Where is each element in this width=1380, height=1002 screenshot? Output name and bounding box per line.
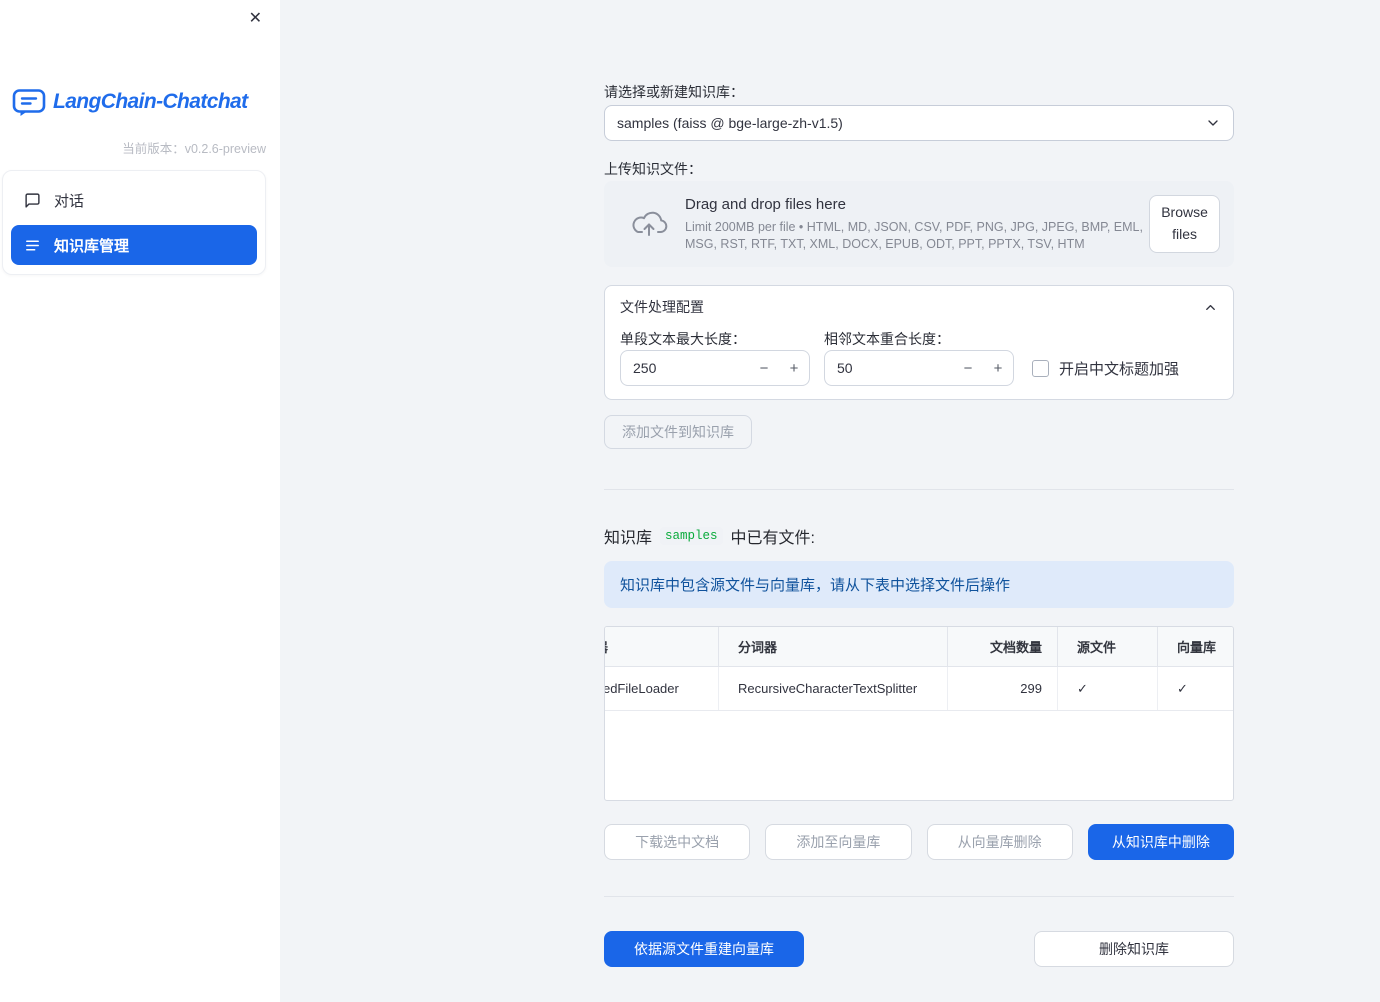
table-header-row: 文档加载器 分词器 文档数量 源文件 向量库 (605, 627, 1233, 667)
cell-doc-count: 299 (948, 667, 1058, 710)
col-header-loader: 文档加载器 (605, 627, 719, 666)
sidebar: ✕ LangChain-Chatchat 当前版本：v0.2.6-preview… (0, 0, 280, 1002)
overlap-size-stepper: − + (824, 350, 1014, 386)
download-selected-button[interactable]: 下载选中文档 (604, 824, 751, 860)
uploader-title: Drag and drop files here (685, 196, 846, 213)
file-uploader-dropzone[interactable]: Drag and drop files here Limit 200MB per… (604, 181, 1234, 267)
main-content: 请选择或新建知识库： samples (faiss @ bge-large-zh… (604, 0, 1234, 1002)
sidebar-item-label: 对话 (54, 192, 85, 210)
chunk-size-stepper: − + (620, 350, 810, 386)
add-to-vector-store-button[interactable]: 添加至向量库 (765, 824, 912, 860)
info-banner: 知识库中包含源文件与向量库，请从下表中选择文件后操作 (604, 561, 1234, 608)
app-title: LangChain-Chatchat (53, 90, 248, 113)
col-header-source-file: 源文件 (1058, 627, 1158, 666)
kb-files-suffix: 中已有文件: (730, 530, 815, 547)
zh-title-checkbox-label: 开启中文标题加强 (1059, 361, 1180, 378)
col-header-doc-count: 文档数量 (948, 627, 1058, 666)
cloud-upload-icon (630, 210, 668, 238)
zh-title-checkbox[interactable] (1032, 360, 1049, 377)
kb-select[interactable]: samples (faiss @ bge-large-zh-v1.5) (604, 105, 1234, 141)
list-icon (24, 237, 41, 254)
kb-name-code: samples (660, 527, 723, 545)
version-label: 当前版本：v0.2.6-preview (122, 142, 266, 156)
kb-files-table[interactable]: 文档加载器 分词器 文档数量 源文件 向量库 UnstructuredFileL… (604, 626, 1234, 801)
file-config-expander: 文件处理配置 单段文本最大长度： − + 相邻文本重合长度： − + 开启中文标… (604, 285, 1234, 400)
uploader-text: Drag and drop files here Limit 200MB per… (685, 196, 1149, 252)
chevron-down-icon (1205, 115, 1221, 131)
chunk-increment-button[interactable]: + (779, 351, 809, 385)
col-header-vector-store: 向量库 (1158, 627, 1233, 666)
overlap-size-label: 相邻文本重合长度： (824, 331, 950, 347)
expander-header[interactable]: 文件处理配置 (605, 286, 1233, 317)
file-action-buttons: 下载选中文档 添加至向量库 从向量库删除 从知识库中删除 (604, 824, 1234, 860)
delete-from-vector-store-button[interactable]: 从向量库删除 (926, 824, 1073, 860)
overlap-size-input[interactable] (825, 360, 953, 376)
chat-bubble-icon (24, 192, 41, 209)
browse-files-button[interactable]: Browse files (1149, 195, 1220, 253)
sidebar-close-button[interactable]: ✕ (245, 7, 266, 31)
col-header-splitter: 分词器 (719, 627, 948, 666)
kb-select-label: 请选择或新建知识库： (604, 84, 744, 100)
chunk-size-label: 单段文本最大长度： (620, 331, 746, 347)
sidebar-item-label: 知识库管理 (54, 237, 130, 255)
sidebar-item-dialogue[interactable]: 对话 (11, 180, 257, 220)
delete-kb-button[interactable]: 删除知识库 (1034, 931, 1234, 967)
expander-title: 文件处理配置 (620, 299, 704, 315)
add-files-to-kb-button[interactable]: 添加文件到知识库 (604, 415, 752, 449)
chunk-decrement-button[interactable]: − (749, 351, 779, 385)
kb-files-grid: 文档加载器 分词器 文档数量 源文件 向量库 UnstructuredFileL… (605, 627, 1233, 711)
chevron-up-icon (1203, 300, 1218, 315)
kb-files-prefix: 知识库 (604, 530, 653, 547)
divider (604, 896, 1234, 897)
rebuild-vector-store-button[interactable]: 依据源文件重建向量库 (604, 931, 804, 967)
cell-loader: UnstructuredFileLoader (605, 667, 719, 710)
sidebar-menu: 对话 知识库管理 (2, 170, 266, 275)
sidebar-item-kb-management[interactable]: 知识库管理 (11, 225, 257, 265)
uploader-limit-text: Limit 200MB per file • HTML, MD, JSON, C… (685, 220, 1143, 251)
divider (604, 489, 1234, 490)
kb-select-value: samples (faiss @ bge-large-zh-v1.5) (617, 115, 843, 131)
cell-vector-store-check: ✓ (1158, 667, 1233, 710)
kb-files-heading: 知识库 samples 中已有文件: (604, 524, 815, 548)
app-logo: LangChain-Chatchat (12, 87, 248, 117)
cell-splitter: RecursiveCharacterTextSplitter (719, 667, 948, 710)
table-row[interactable]: UnstructuredFileLoader RecursiveCharacte… (605, 667, 1233, 711)
zh-title-checkbox-row: 开启中文标题加强 (1032, 358, 1179, 379)
upload-label: 上传知识文件： (604, 161, 702, 177)
overlap-decrement-button[interactable]: − (953, 351, 983, 385)
delete-from-kb-button[interactable]: 从知识库中删除 (1087, 824, 1234, 860)
overlap-increment-button[interactable]: + (983, 351, 1013, 385)
chunk-size-input[interactable] (621, 360, 749, 376)
info-banner-text: 知识库中包含源文件与向量库，请从下表中选择文件后操作 (620, 577, 1011, 594)
logo-chat-bubble-icon (12, 87, 46, 117)
cell-source-file-check: ✓ (1058, 667, 1158, 710)
